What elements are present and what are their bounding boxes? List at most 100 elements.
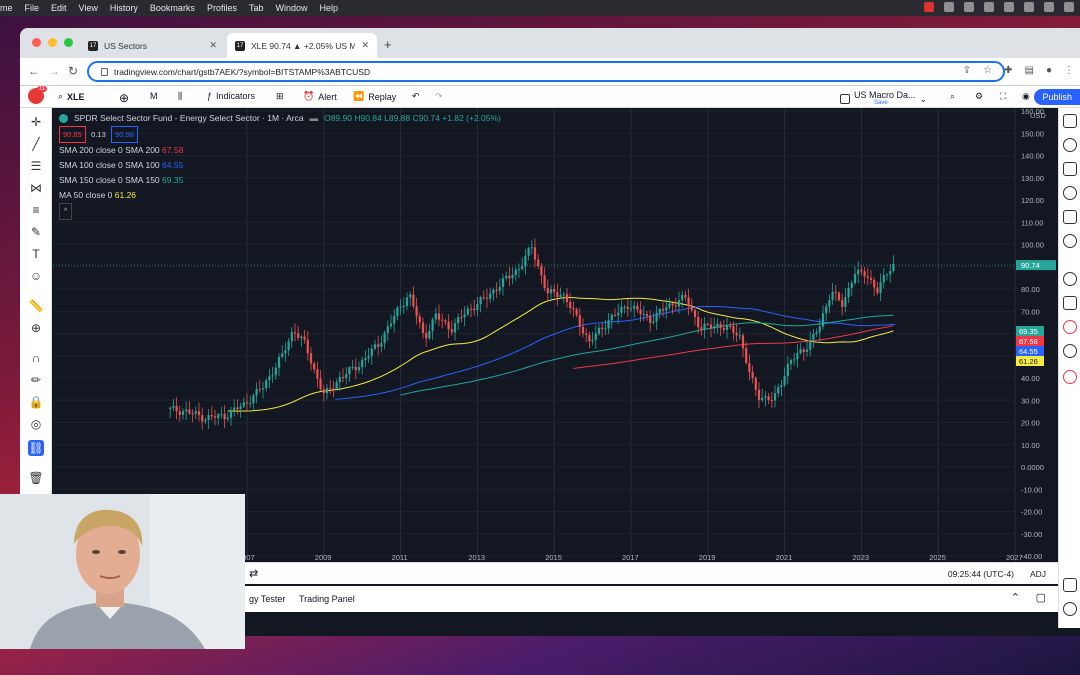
menu-item-help[interactable]: Help [319, 3, 338, 13]
layers-icon[interactable] [1063, 578, 1077, 592]
tab-xle[interactable]: 17 XLE 90.74 ▲ +2.05% US Mac ✕ [227, 33, 377, 58]
sell-price-button[interactable]: 90.85 [59, 126, 86, 143]
tab-strategy-tester[interactable]: gy Tester [249, 594, 285, 604]
forward-arrow-icon[interactable]: → [48, 64, 60, 78]
menu-item-history[interactable]: History [110, 3, 138, 13]
close-tab-icon[interactable]: ✕ [209, 40, 217, 51]
visibility-toggle-icon[interactable]: ▬ [310, 111, 319, 126]
reload-icon[interactable]: ↻ [68, 64, 78, 78]
tray-icon[interactable] [984, 2, 994, 12]
candle-body [460, 317, 463, 319]
legend-indicator-row[interactable]: SMA 150 close 0 SMA 150 69.35 [59, 173, 501, 188]
calendar-icon[interactable] [1063, 210, 1077, 224]
battery-icon[interactable] [1004, 2, 1014, 12]
symbol-search-button[interactable]: ⌕ XLE [58, 91, 85, 102]
candle-body [873, 279, 876, 288]
bookmark-star-icon[interactable]: ☆ [983, 65, 992, 76]
zoom-in-icon[interactable]: ⊕ [28, 320, 44, 336]
publish-button[interactable]: Publish [1034, 89, 1080, 105]
watchlist-icon[interactable] [1063, 114, 1077, 128]
new-tab-button[interactable]: + [384, 37, 392, 52]
compare-symbol-button[interactable]: ⊕ [119, 91, 129, 105]
menu-item-profiles[interactable]: Profiles [207, 3, 237, 13]
lock-drawing-icon[interactable]: ✏ [28, 372, 44, 388]
chart-type-button[interactable]: ⫼ [178, 91, 182, 102]
undo-button[interactable]: ↶ [412, 91, 420, 102]
settings-button[interactable]: ⚙ [975, 91, 983, 102]
interval-button[interactable]: M [150, 91, 158, 101]
close-tab-icon[interactable]: ✕ [361, 40, 369, 51]
quick-search-button[interactable]: ⌕ [950, 91, 955, 102]
indicators-button[interactable]: ƒ Indicators [207, 91, 255, 101]
chat-icon[interactable] [1063, 272, 1077, 286]
share-icon[interactable]: ⇪ [963, 65, 971, 76]
menu-item-window[interactable]: Window [275, 3, 307, 13]
wifi-icon[interactable] [1024, 2, 1034, 12]
date-range-icon[interactable]: ⇄ [249, 567, 258, 580]
trash-icon[interactable]: 🗑 [28, 470, 44, 486]
menu-item-me[interactable]: me [0, 3, 13, 13]
horizontal-lines-icon[interactable]: ☰ [28, 158, 44, 174]
layout-menu[interactable]: US Macro Da... Save ⌄ [840, 91, 927, 107]
brush-icon[interactable]: ✎ [28, 224, 44, 240]
notifications-icon[interactable] [1063, 320, 1077, 334]
replay-button[interactable]: ⏪ Replay [353, 91, 396, 102]
streams-icon[interactable] [1063, 344, 1077, 358]
legend-collapse-button[interactable]: ^ [59, 203, 73, 220]
clock-time[interactable]: 09:25:44 (UTC-4) [948, 569, 1014, 579]
menu-item-view[interactable]: View [79, 3, 98, 13]
adj-toggle[interactable]: ADJ [1030, 569, 1046, 579]
fullscreen-button[interactable]: ⛶ [1000, 91, 1006, 102]
back-arrow-icon[interactable]: ← [28, 64, 40, 78]
maximize-panel-icon[interactable]: ▢ [1036, 591, 1046, 604]
ruler-icon[interactable]: 📏 [28, 298, 44, 314]
candle-body [242, 402, 245, 407]
maximize-window-button[interactable] [64, 38, 73, 47]
trend-line-icon[interactable]: ╱ [28, 136, 44, 152]
extensions-icon[interactable]: ✚ [1004, 65, 1012, 76]
alerts-clock-icon[interactable] [1063, 138, 1077, 152]
data-window-icon[interactable] [1063, 162, 1077, 176]
control-center-icon[interactable] [1064, 2, 1074, 12]
tray-icon[interactable] [964, 2, 974, 12]
legend-indicator-row[interactable]: SMA 200 close 0 SMA 200 67.58 [59, 143, 501, 158]
fib-tool-icon[interactable]: ≡ [28, 202, 44, 218]
record-icon[interactable] [924, 2, 934, 12]
hotlist-icon[interactable] [1063, 186, 1077, 200]
close-window-button[interactable] [32, 38, 41, 47]
tab-us-sectors[interactable]: 17 US Sectors ✕ [80, 33, 225, 58]
sticker-icon[interactable]: ☺ [28, 268, 44, 284]
tab-trading-panel[interactable]: Trading Panel [299, 594, 355, 604]
snapshot-button[interactable]: ◉ [1022, 91, 1030, 102]
buy-price-button[interactable]: 90.98 [111, 126, 138, 143]
ideas-icon[interactable] [1063, 234, 1077, 248]
magnet-icon[interactable]: ∩ [28, 350, 44, 366]
candle-body [572, 307, 575, 310]
url-input[interactable]: tradingview.com/chart/gstb7AEK/?symbol=B… [87, 61, 1005, 82]
menu-item-edit[interactable]: Edit [51, 3, 67, 13]
search-icon[interactable] [1044, 2, 1054, 12]
templates-button[interactable]: ⊞ [276, 91, 284, 102]
sidebar-icon[interactable]: ▤ [1025, 65, 1034, 76]
lock-icon[interactable]: 🔒 [28, 394, 44, 410]
tray-icon[interactable] [944, 2, 954, 12]
legend-indicator-row[interactable]: MA 50 close 0 61.26 [59, 188, 501, 203]
profile-icon[interactable]: ● [1046, 65, 1052, 76]
link-icon[interactable]: ⛓ [28, 440, 44, 456]
redo-button[interactable]: ↷ [435, 91, 443, 102]
menu-item-file[interactable]: File [25, 3, 40, 13]
text-tool-icon[interactable]: T [28, 246, 44, 262]
minimize-window-button[interactable] [48, 38, 57, 47]
help-icon[interactable] [1063, 602, 1077, 616]
chat-rooms-icon[interactable] [1063, 296, 1077, 310]
menu-item-bookmarks[interactable]: Bookmarks [150, 3, 195, 13]
menu-item-tab[interactable]: Tab [249, 3, 264, 13]
calendar-alert-icon[interactable] [1063, 370, 1077, 384]
eye-icon[interactable]: ◎ [28, 416, 44, 432]
chevron-up-icon[interactable]: ⌃ [1011, 591, 1020, 604]
crosshair-icon[interactable]: ✛ [28, 114, 44, 130]
pitchfork-icon[interactable]: ⋈ [28, 180, 44, 196]
legend-indicator-row[interactable]: SMA 100 close 0 SMA 100 64.55 [59, 158, 501, 173]
alert-button[interactable]: ⏰ Alert [303, 91, 337, 102]
menu-dots-icon[interactable]: ⋮ [1064, 65, 1074, 76]
